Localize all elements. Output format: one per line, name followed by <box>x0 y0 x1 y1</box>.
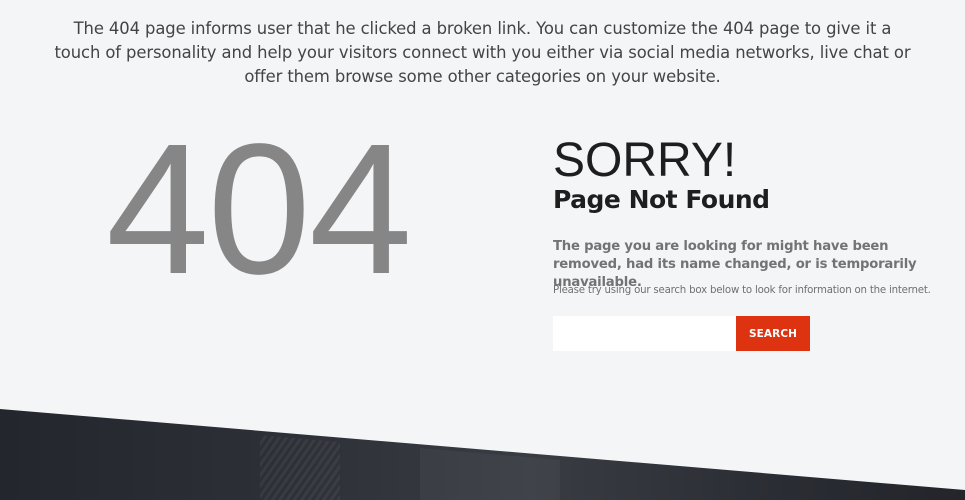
page-not-found-heading: Page Not Found <box>553 185 770 214</box>
sorry-heading: SORRY! <box>553 134 737 187</box>
search-button[interactable]: SEARCH <box>736 316 810 351</box>
error-code: 404 <box>106 106 412 313</box>
search-input[interactable] <box>553 316 736 351</box>
footer-diagonal-band <box>0 409 965 500</box>
footer-band-texture <box>260 435 340 500</box>
footer-background <box>0 405 965 500</box>
search-form: SEARCH <box>553 316 810 351</box>
intro-text: The 404 page informs user that he clicke… <box>54 19 911 86</box>
search-hint: Please try using our search box below to… <box>553 285 931 296</box>
